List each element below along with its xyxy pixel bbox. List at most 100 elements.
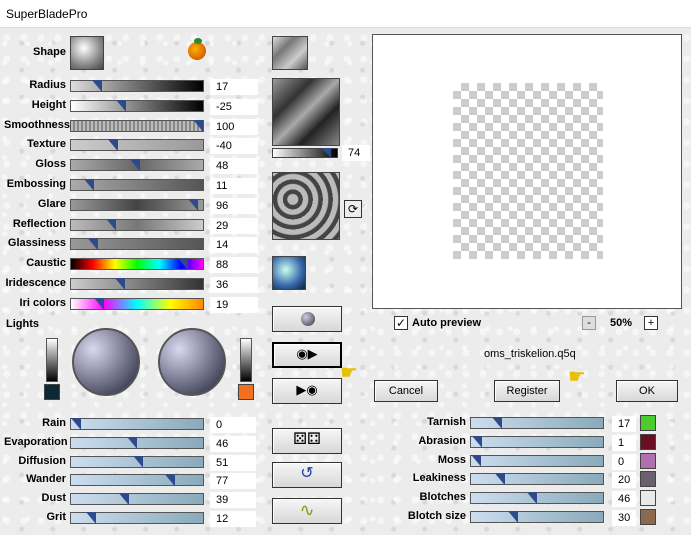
iri-colors-slider[interactable] <box>70 297 204 310</box>
embossing-slider[interactable] <box>70 179 204 191</box>
blotch-size-slider[interactable] <box>470 511 604 523</box>
leakiness-slider[interactable] <box>470 473 604 486</box>
abrasion-value: 1 <box>612 434 636 451</box>
gloss-label: Gloss <box>35 158 66 171</box>
light1-knob[interactable] <box>72 328 140 396</box>
glare-slider[interactable] <box>70 198 204 211</box>
randomize-button[interactable]: ⚄⚃ <box>272 428 342 454</box>
wander-slider[interactable] <box>70 474 204 487</box>
smoothness-slider-thumb[interactable] <box>193 119 203 132</box>
height-slider-thumb[interactable] <box>116 99 126 112</box>
texture-scale-slider[interactable] <box>272 148 338 158</box>
ok-button[interactable]: OK <box>616 380 678 402</box>
light2-knob[interactable] <box>158 328 226 396</box>
reflection-slider[interactable] <box>70 218 204 231</box>
abrasion-slider-thumb[interactable] <box>472 435 482 448</box>
blotches-slider-thumb[interactable] <box>527 492 537 505</box>
light1-slider[interactable] <box>46 338 58 382</box>
cancel-button[interactable]: Cancel <box>374 380 438 402</box>
reflection-map-tile[interactable] <box>272 256 306 290</box>
pattern-tile[interactable] <box>272 172 340 240</box>
dust-slider[interactable] <box>70 493 204 506</box>
smoothness-slider[interactable] <box>70 119 204 132</box>
light2-slider[interactable] <box>240 338 252 382</box>
abrasion-color-swatch[interactable] <box>640 433 656 450</box>
zoom-out-button[interactable]: - <box>582 316 596 330</box>
height-slider[interactable] <box>70 99 204 112</box>
diffusion-slider-thumb[interactable] <box>133 455 143 468</box>
moss-slider-thumb[interactable] <box>471 454 481 467</box>
tarnish-color-swatch[interactable] <box>640 415 656 431</box>
grit-slider[interactable] <box>70 512 204 524</box>
glare-slider-thumb[interactable] <box>188 198 198 211</box>
tarnish-value: 17 <box>612 416 636 432</box>
reflection-slider-thumb[interactable] <box>106 218 116 231</box>
evaporation-slider[interactable] <box>70 436 204 449</box>
grit-slider-thumb[interactable] <box>86 512 96 524</box>
light2-color-swatch[interactable] <box>238 384 254 400</box>
hand-pointer-icon: ☛ <box>340 362 358 384</box>
glassiness-slider[interactable] <box>70 238 204 251</box>
evaporation-slider-thumb[interactable] <box>127 436 137 449</box>
dust-value: 39 <box>210 492 256 509</box>
iri-colors-slider-thumb[interactable] <box>94 297 104 310</box>
rain-slider-thumb[interactable] <box>71 418 81 430</box>
radius-slider[interactable] <box>70 80 204 92</box>
play-disk-button[interactable]: ◉▶ <box>272 342 342 368</box>
light1-color-swatch[interactable] <box>44 384 60 400</box>
glassiness-slider-thumb[interactable] <box>88 238 98 251</box>
texture-slider-thumb[interactable] <box>108 139 118 152</box>
leakiness-slider-thumb[interactable] <box>495 473 505 486</box>
iridescence-value: 36 <box>210 277 258 293</box>
blotches-color-swatch[interactable] <box>640 490 656 507</box>
iridescence-slider-thumb[interactable] <box>115 278 125 290</box>
radius-slider-thumb[interactable] <box>92 80 102 92</box>
undo-button[interactable]: ↺ <box>272 462 342 488</box>
render-ball-button[interactable] <box>272 306 342 332</box>
rain-slider[interactable] <box>70 418 204 430</box>
glassiness-label: Glassiness <box>7 237 66 250</box>
leakiness-color-swatch[interactable] <box>640 471 656 488</box>
blotch-size-slider-thumb[interactable] <box>508 511 518 523</box>
caustic-slider-thumb[interactable] <box>178 258 188 271</box>
register-button[interactable]: Register <box>494 380 560 402</box>
disk-play-icon: ▶◉ <box>296 382 318 397</box>
gloss-slider[interactable] <box>70 159 204 172</box>
gloss-slider-thumb[interactable] <box>130 159 140 172</box>
dust-slider-thumb[interactable] <box>119 493 129 506</box>
reflection-label: Reflection <box>12 217 66 230</box>
apple-icon[interactable] <box>188 38 206 60</box>
zoom-in-button[interactable]: + <box>644 316 658 330</box>
disk-play-button[interactable]: ▶◉ <box>272 378 342 404</box>
blotches-slider[interactable] <box>470 492 604 505</box>
evaporation-value: 46 <box>210 435 256 452</box>
texture-thumb-small[interactable] <box>272 36 308 70</box>
grit-label: Grit <box>46 511 66 523</box>
tarnish-slider[interactable] <box>470 417 604 429</box>
gloss-value: 48 <box>210 158 258 175</box>
blotches-label: Blotches <box>419 491 466 504</box>
wander-slider-thumb[interactable] <box>165 474 175 487</box>
smoothness-label: Smoothness <box>4 118 71 131</box>
preview-pane[interactable] <box>372 34 682 309</box>
abrasion-slider[interactable] <box>470 435 604 448</box>
blotch-size-color-swatch[interactable] <box>640 509 656 525</box>
tarnish-slider-thumb[interactable] <box>492 417 502 429</box>
wave-icon: ∿ <box>299 500 315 520</box>
radius-value: 17 <box>210 79 258 95</box>
glare-value: 96 <box>210 197 258 214</box>
wave-button[interactable]: ∿ <box>272 498 342 524</box>
environment-map-tile[interactable] <box>272 78 340 146</box>
texture-slider[interactable] <box>70 139 204 152</box>
moss-slider[interactable] <box>470 454 604 467</box>
shape-selector[interactable] <box>70 36 104 70</box>
embossing-slider-thumb[interactable] <box>84 179 94 191</box>
caustic-value: 88 <box>210 257 258 274</box>
glassiness-value: 14 <box>210 237 258 254</box>
iridescence-slider[interactable] <box>70 278 204 290</box>
caustic-slider[interactable] <box>70 258 204 271</box>
auto-preview-checkbox[interactable]: ✓ <box>394 316 408 330</box>
diffusion-slider[interactable] <box>70 455 204 468</box>
rotate-icon[interactable]: ⟳ <box>344 200 362 218</box>
moss-color-swatch[interactable] <box>640 452 656 469</box>
